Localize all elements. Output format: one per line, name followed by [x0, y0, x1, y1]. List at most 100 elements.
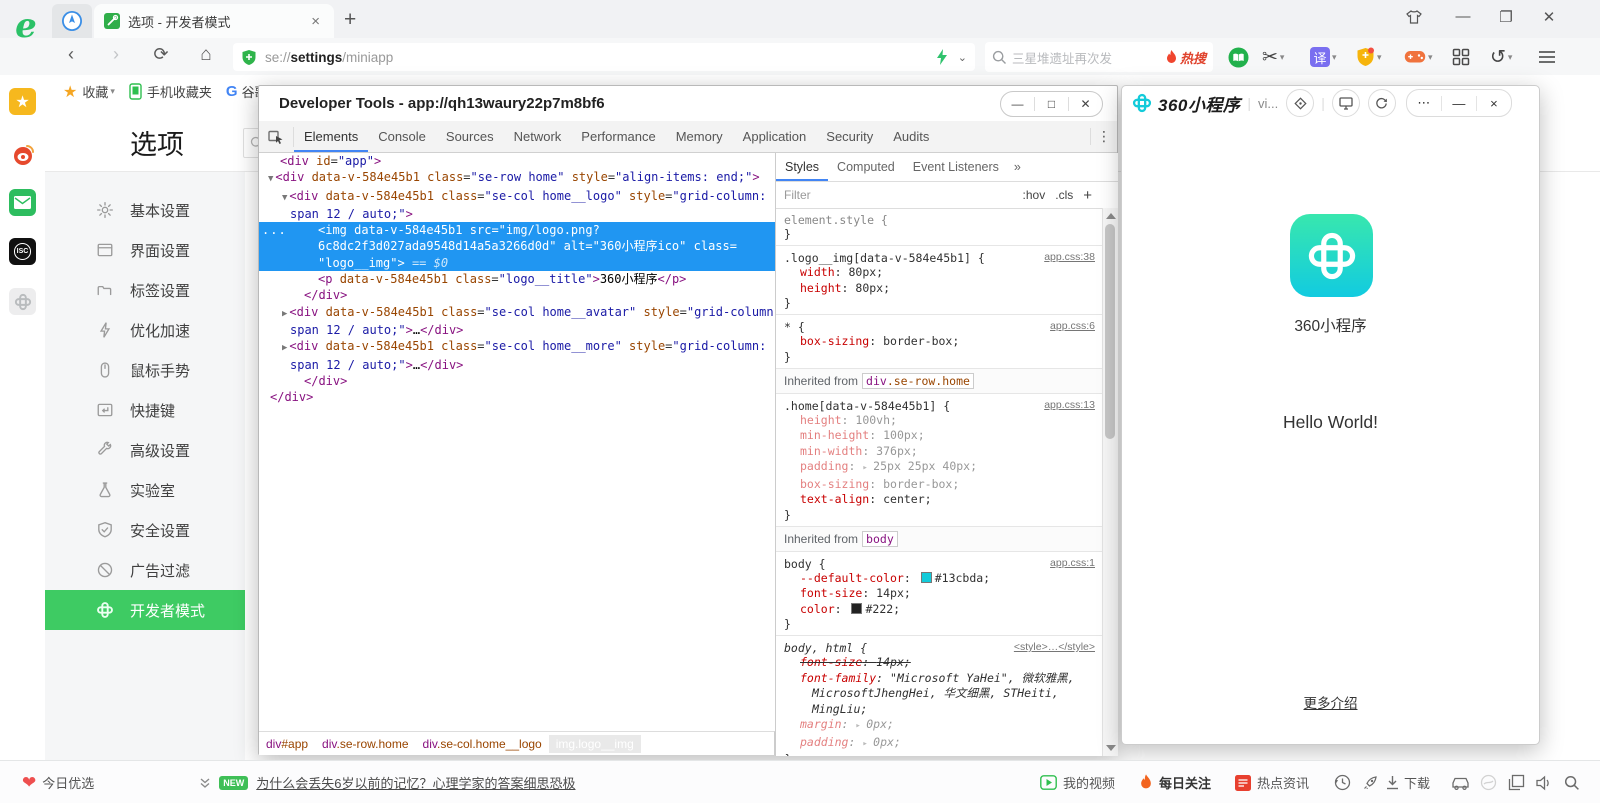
- reading-mode-icon[interactable]: [1228, 42, 1249, 72]
- sidebar-item-wrench[interactable]: 高级设置: [45, 430, 245, 470]
- code-line[interactable]: ▶<div data-v-584e45b1 class="se-col home…: [259, 304, 775, 322]
- daily-follow-button[interactable]: 每日关注: [1139, 773, 1211, 792]
- home-icon[interactable]: ⌂: [193, 44, 219, 66]
- style-rule[interactable]: app.css:13.home[data-v-584e45b1] {height…: [776, 394, 1103, 527]
- page-search-icon[interactable]: [1558, 775, 1586, 791]
- color-swatch[interactable]: [851, 603, 862, 614]
- speed-mode-lightning-icon[interactable]: [936, 49, 948, 65]
- miniapp-navigate-icon[interactable]: [1286, 89, 1314, 117]
- translate-icon[interactable]: 译▾: [1310, 42, 1337, 72]
- miniapp-more-link[interactable]: 更多介绍: [1122, 692, 1539, 712]
- stylesheet-link[interactable]: <style>…</style>: [1014, 641, 1095, 653]
- code-line[interactable]: ▼<div data-v-584e45b1 class="se-row home…: [259, 169, 775, 187]
- devtools-tab-performance[interactable]: Performance: [571, 121, 665, 152]
- rocket-icon[interactable]: [1357, 774, 1385, 791]
- new-rule-button[interactable]: +: [1083, 187, 1092, 204]
- collapse-chevrons-icon[interactable]: [199, 777, 211, 789]
- reload-icon[interactable]: ⟳: [148, 44, 174, 65]
- css-property[interactable]: min-height: 100px;: [784, 428, 1095, 444]
- devtools-close-button[interactable]: ✕: [1068, 97, 1102, 111]
- stylesheet-link[interactable]: app.css:6: [1050, 320, 1095, 332]
- sidebar-item-hotkey[interactable]: 快捷键: [45, 390, 245, 430]
- miniapp-close-button[interactable]: ×: [1476, 96, 1511, 111]
- code-line[interactable]: ▶<div data-v-584e45b1 class="se-col home…: [259, 338, 775, 356]
- color-swatch[interactable]: [921, 572, 932, 583]
- class-toggle-button[interactable]: .cls: [1055, 188, 1073, 202]
- sidebar-item-bolt[interactable]: 优化加速: [45, 310, 245, 350]
- sidebar-item-tab[interactable]: 标签设置: [45, 270, 245, 310]
- css-property[interactable]: margin: ▸ 0px;: [784, 717, 1095, 735]
- scissors-dropdown-icon[interactable]: ▾: [1280, 52, 1285, 63]
- inherited-node-chip[interactable]: div.se-row.home: [862, 373, 974, 389]
- styles-tab-event-listeners[interactable]: Event Listeners: [904, 154, 1008, 181]
- style-rule[interactable]: element.style {}: [776, 208, 1103, 246]
- css-property[interactable]: font-size: 14px;: [784, 586, 1095, 602]
- new-tab-button[interactable]: +: [344, 8, 356, 32]
- code-line[interactable]: ...<img data-v-584e45b1 src="img/logo.pn…: [259, 222, 775, 238]
- sidebar-item-gear[interactable]: 基本设置: [45, 190, 245, 230]
- headline-link[interactable]: 为什么会丢失6岁以前的记忆？心理学家的答案细思恐极: [256, 773, 575, 792]
- code-line[interactable]: 6c8dc2f3d027ada9548d14a5a3266d0d" alt="3…: [259, 238, 775, 254]
- css-property[interactable]: width: 80px;: [784, 265, 1095, 281]
- css-property[interactable]: font-size: 14px;: [784, 655, 1095, 671]
- breadcrumb-item[interactable]: div.se-row.home: [315, 735, 415, 753]
- code-line[interactable]: ▼<div data-v-584e45b1 class="se-col home…: [259, 188, 775, 206]
- sidebar-item-block[interactable]: 广告过滤: [45, 550, 245, 590]
- sidebar-item-flask[interactable]: 实验室: [45, 470, 245, 510]
- car-icon[interactable]: [1446, 775, 1474, 790]
- tab-close-icon[interactable]: ×: [307, 13, 324, 30]
- pseudo-state-button[interactable]: :hov: [1023, 188, 1046, 202]
- scroll-down-icon[interactable]: [1106, 745, 1116, 751]
- code-line[interactable]: <p data-v-584e45b1 class="logo__title">3…: [259, 271, 775, 287]
- devtools-tab-sources[interactable]: Sources: [436, 121, 504, 152]
- css-property[interactable]: color: #222;: [784, 602, 1095, 618]
- css-property[interactable]: height: 100vh;: [784, 413, 1095, 429]
- code-line[interactable]: span 12 / auto;">: [259, 206, 775, 222]
- security-shield-icon[interactable]: ▾: [1356, 42, 1382, 72]
- miniapp-desktop-icon[interactable]: [1332, 89, 1360, 117]
- sidebar-item-mouse[interactable]: 鼠标手势: [45, 350, 245, 390]
- breadcrumb-item[interactable]: div.se-col.home__logo: [416, 735, 549, 753]
- inherited-node-chip[interactable]: body: [862, 531, 898, 547]
- styles-tabs-overflow-icon[interactable]: »: [1014, 160, 1021, 174]
- theme-tshirt-icon[interactable]: [1405, 8, 1435, 26]
- miniapp-refresh-icon[interactable]: [1368, 89, 1396, 117]
- my-videos-button[interactable]: 我的视频: [1040, 773, 1115, 792]
- games-icon[interactable]: ▾: [1404, 42, 1433, 72]
- devtools-tab-audits[interactable]: Audits: [883, 121, 939, 152]
- css-property[interactable]: min-width: 376px;: [784, 444, 1095, 460]
- apps-grid-icon[interactable]: [1452, 42, 1470, 72]
- devtools-tab-network[interactable]: Network: [504, 121, 572, 152]
- rail-favorites-icon[interactable]: ★: [9, 88, 36, 115]
- favorites-button[interactable]: ★ 收藏 ▾: [63, 82, 115, 102]
- css-property[interactable]: box-sizing: border-box;: [784, 477, 1095, 493]
- menu-icon[interactable]: [1538, 42, 1556, 72]
- restore-button[interactable]: ❐: [1491, 8, 1521, 26]
- code-line[interactable]: span 12 / auto;">…</div>: [259, 357, 775, 373]
- hot-search-label[interactable]: 热搜: [1180, 48, 1206, 67]
- stylesheet-link[interactable]: app.css:13: [1044, 399, 1095, 411]
- sidebar-item-window[interactable]: 界面设置: [45, 230, 245, 270]
- devtools-maximize-button[interactable]: □: [1034, 97, 1068, 111]
- restore-dropdown-icon[interactable]: ▾: [1508, 52, 1513, 63]
- style-rule[interactable]: app.css:6* {box-sizing: border-box;}: [776, 315, 1103, 369]
- breadcrumb-item[interactable]: div#app: [259, 735, 315, 753]
- rail-weibo-icon[interactable]: [9, 141, 36, 168]
- styles-tab-styles[interactable]: Styles: [776, 154, 828, 181]
- sidebar-item-clover[interactable]: 开发者模式: [45, 590, 245, 630]
- code-line[interactable]: "logo__img"> == $0: [259, 255, 775, 271]
- devtools-tab-elements[interactable]: Elements: [294, 121, 368, 152]
- miniapp-minimize-button[interactable]: —: [1441, 96, 1476, 111]
- site-shield-icon[interactable]: [241, 49, 257, 66]
- devtools-more-icon[interactable]: ⋮: [1090, 128, 1117, 145]
- miniapp-header[interactable]: 360小程序 | vi... | ⋯ — ×: [1122, 86, 1539, 120]
- css-property[interactable]: box-sizing: border-box;: [784, 334, 1095, 350]
- breadcrumb-item[interactable]: img.logo__img: [549, 735, 641, 753]
- speaker-icon[interactable]: [1530, 775, 1558, 791]
- devtools-tab-application[interactable]: Application: [733, 121, 817, 152]
- css-property[interactable]: height: 80px;: [784, 281, 1095, 297]
- forward-icon[interactable]: ›: [103, 44, 129, 65]
- styles-scrollbar[interactable]: [1102, 208, 1118, 756]
- restore-session-icon[interactable]: ↺▾: [1490, 42, 1512, 72]
- style-rule[interactable]: <style>…</style>body, html {font-size: 1…: [776, 636, 1103, 756]
